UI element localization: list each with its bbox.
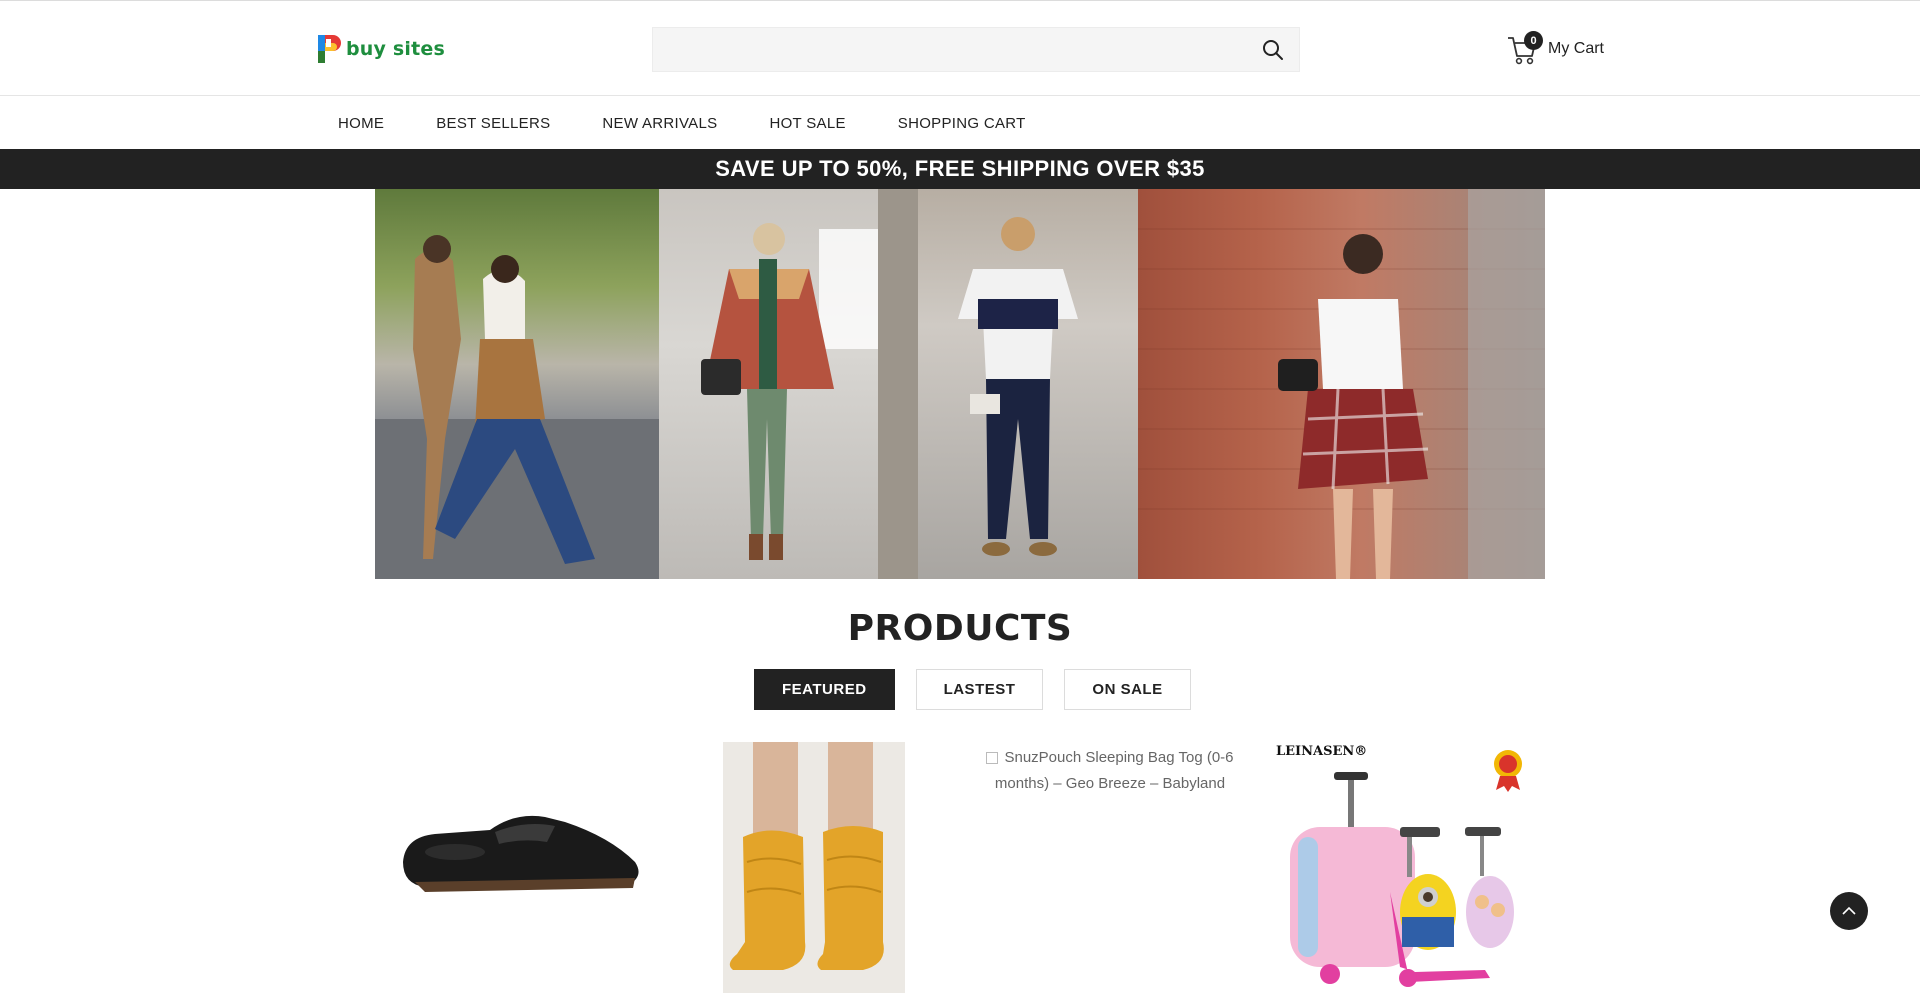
cart-count-badge: 0 bbox=[1524, 31, 1543, 50]
broken-image-icon bbox=[986, 752, 999, 765]
hero-banner[interactable] bbox=[375, 189, 1545, 579]
hero-photo-plaid-poncho bbox=[659, 189, 878, 579]
search-bar bbox=[652, 27, 1300, 72]
hero-photo-navy-tee bbox=[878, 189, 1138, 579]
nav-item-new-arrivals[interactable]: NEW ARRIVALS bbox=[602, 115, 717, 132]
product-image-alt-text: SnuzPouch Sleeping Bag Tog (0-6 months) … bbox=[994, 749, 1234, 792]
main-nav: HOME BEST SELLERS NEW ARRIVALS HOT SALE … bbox=[0, 97, 1920, 149]
site-logo[interactable]: buy sites bbox=[316, 31, 445, 67]
tab-lastest[interactable]: LASTEST bbox=[915, 669, 1044, 710]
product-tabs: FEATURED LASTEST ON SALE bbox=[754, 669, 1191, 710]
cart-label: My Cart bbox=[1548, 40, 1604, 57]
product-card[interactable]: LEINASEN® bbox=[1270, 742, 1540, 993]
product-grid: SnuzPouch Sleeping Bag Tog (0-6 months) … bbox=[375, 742, 1545, 993]
nav-item-hot-sale[interactable]: HOT SALE bbox=[769, 115, 845, 132]
chevron-up-icon bbox=[1842, 906, 1856, 915]
brand-label: LEINASEN® bbox=[1276, 744, 1368, 759]
award-badge-icon bbox=[1494, 750, 1522, 792]
site-header: buy sites 0 My Cart bbox=[0, 1, 1920, 96]
scroll-to-top-button[interactable] bbox=[1830, 892, 1868, 930]
tab-featured[interactable]: FEATURED bbox=[754, 669, 895, 710]
hero-photo-street-duo bbox=[375, 189, 659, 579]
products-heading: PRODUCTS bbox=[847, 608, 1073, 649]
product-image-yellow-boots bbox=[729, 742, 884, 970]
product-card[interactable]: SnuzPouch Sleeping Bag Tog (0-6 months) … bbox=[975, 742, 1245, 993]
product-image-alt: SnuzPouch Sleeping Bag Tog (0-6 months) … bbox=[975, 742, 1245, 797]
product-image-kids-scooter bbox=[1290, 750, 1522, 987]
logo-text: buy sites bbox=[346, 38, 446, 60]
product-image-loafer bbox=[403, 815, 639, 892]
tab-on-sale[interactable]: ON SALE bbox=[1064, 669, 1191, 710]
promo-banner: SAVE UP TO 50%, FREE SHIPPING OVER $35 bbox=[0, 149, 1920, 189]
search-input[interactable] bbox=[653, 28, 1243, 71]
mini-cart[interactable]: 0 My Cart bbox=[1506, 29, 1606, 69]
hero-photo-plaid-skirt bbox=[1138, 189, 1545, 579]
nav-item-best-sellers[interactable]: BEST SELLERS bbox=[436, 115, 550, 132]
product-card[interactable] bbox=[395, 742, 650, 993]
product-card[interactable] bbox=[723, 742, 905, 993]
search-icon[interactable] bbox=[1261, 38, 1285, 62]
logo-mark-icon bbox=[316, 31, 342, 67]
nav-item-home[interactable]: HOME bbox=[338, 115, 384, 132]
nav-item-shopping-cart[interactable]: SHOPPING CART bbox=[898, 115, 1026, 132]
cart-icon: 0 bbox=[1506, 31, 1543, 66]
